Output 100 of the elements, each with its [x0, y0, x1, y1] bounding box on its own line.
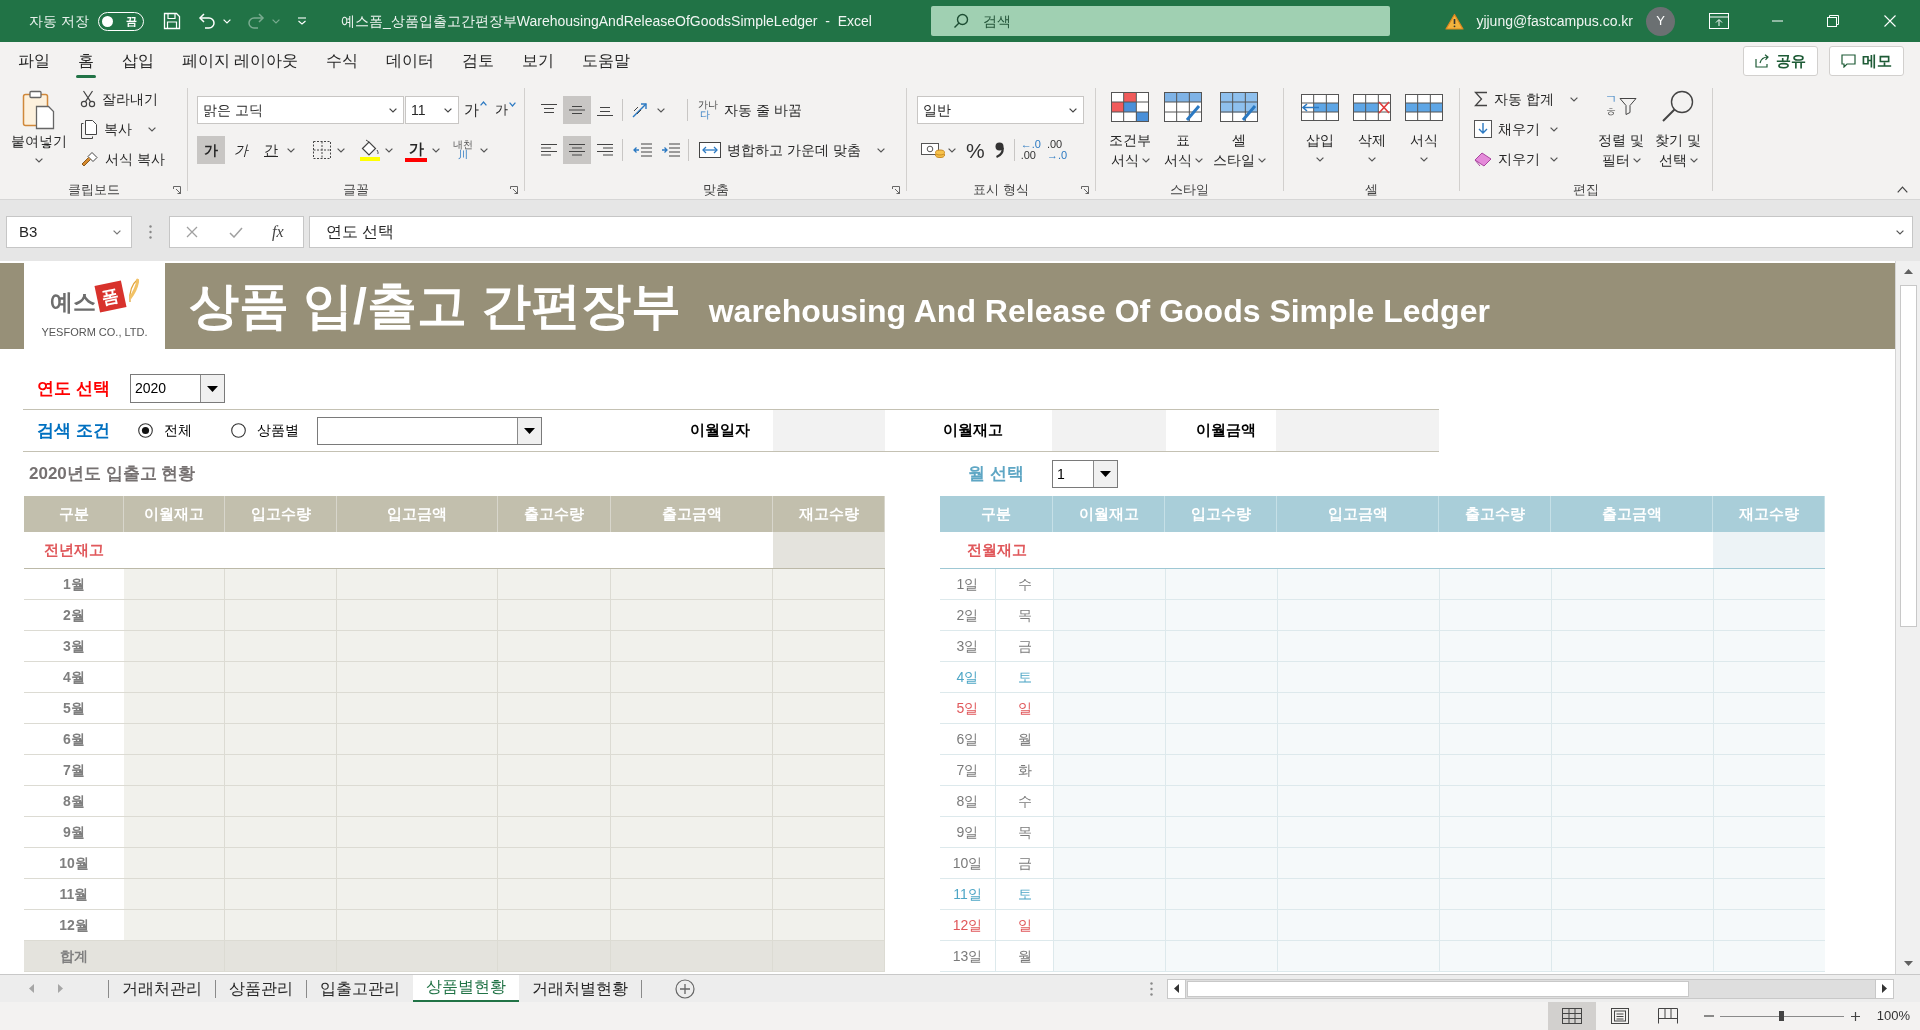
company-name: YESFORM CO., LTD.: [41, 324, 148, 340]
clear-button[interactable]: 지우기: [1472, 145, 1592, 173]
italic-button[interactable]: 가: [227, 136, 255, 164]
paint-bucket-icon[interactable]: [359, 139, 381, 161]
corner-arrow-icon[interactable]: [1081, 186, 1089, 194]
number-format-field[interactable]: 일반: [917, 96, 1084, 124]
account-avatar[interactable]: Y: [1646, 6, 1675, 36]
share-button[interactable]: 공유: [1743, 46, 1818, 76]
underline-button[interactable]: 간: [257, 136, 285, 164]
vertical-scrollbar[interactable]: [1895, 261, 1920, 974]
font-color-button[interactable]: 가: [405, 138, 427, 162]
close-icon[interactable]: [1884, 15, 1896, 27]
corner-arrow-icon[interactable]: [892, 186, 900, 194]
insert-cells-button[interactable]: 삽입: [1294, 94, 1346, 162]
plus-icon[interactable]: [1850, 1011, 1860, 1021]
share-icon: [1755, 54, 1770, 68]
fill-button[interactable]: 채우기: [1472, 115, 1592, 143]
switch-knob-icon: [101, 15, 113, 27]
row-header: 5일: [940, 693, 996, 724]
search-field[interactable]: 검색: [931, 6, 1390, 36]
insert-function-button[interactable]: fx: [272, 220, 284, 244]
plus-circle-icon[interactable]: [675, 978, 695, 999]
minus-icon[interactable]: [1703, 1015, 1714, 1017]
caret-up-icon[interactable]: [1897, 186, 1908, 193]
conditional-formatting-button[interactable]: 조건부 서식: [1102, 92, 1158, 170]
ribbon-tab[interactable]: 삽입: [108, 42, 168, 80]
copy-button[interactable]: 복사: [78, 115, 167, 143]
sheet-tab[interactable]: 상품별현황: [413, 974, 519, 1003]
year-dropdown[interactable]: 2020: [130, 374, 225, 403]
ribbon-tab[interactable]: 도움말: [568, 42, 645, 80]
name-box[interactable]: B3: [6, 216, 132, 248]
font-size-field[interactable]: 11: [405, 96, 459, 124]
ribbon-tab[interactable]: 데이터: [372, 42, 449, 80]
normal-view-button[interactable]: [1547, 1002, 1596, 1030]
triangle-down-icon[interactable]: [1903, 961, 1913, 966]
decrease-decimal-button[interactable]: .00 →.0: [1046, 139, 1068, 161]
sheet-tab[interactable]: 거래처별현황: [519, 974, 641, 1003]
autosum-button[interactable]: 자동 합계: [1472, 85, 1592, 113]
horizontal-scrollbar[interactable]: [1167, 978, 1894, 999]
corner-arrow-icon[interactable]: [510, 186, 518, 194]
format-as-table-button[interactable]: 표 서식: [1158, 92, 1208, 170]
grid-icon: [1561, 1008, 1582, 1024]
paste-button[interactable]: 붙여넣기: [6, 90, 72, 163]
phonetic-guide-button[interactable]: 내천 川: [453, 140, 473, 160]
comments-button[interactable]: 메모: [1829, 46, 1904, 76]
ribbon-tab[interactable]: 검토: [448, 42, 509, 80]
scrollbar-thumb[interactable]: [1187, 980, 1689, 997]
delete-cells-button[interactable]: 삭제: [1346, 94, 1398, 162]
sheet-tab[interactable]: 상품관리: [216, 974, 306, 1003]
find-select-button[interactable]: 찾기 및 선택: [1650, 90, 1706, 170]
product-dropdown[interactable]: [317, 416, 542, 445]
caret-icon: [1368, 157, 1376, 162]
cell-styles-button[interactable]: 셀 스타일: [1208, 92, 1270, 170]
money-coins-icon[interactable]: [921, 141, 945, 159]
middle-align-button[interactable]: [563, 96, 591, 124]
scroll-right-button[interactable]: [1875, 979, 1893, 998]
column-header: 재고수량: [1713, 496, 1825, 532]
scroll-left-button[interactable]: [1168, 979, 1186, 998]
account-name[interactable]: yjjung@fastcampus.co.kr: [1476, 10, 1633, 32]
undo-icon[interactable]: [196, 11, 217, 31]
center-align-button[interactable]: [563, 136, 591, 164]
corner-arrow-icon[interactable]: [173, 186, 181, 194]
slider-thumb[interactable]: [1779, 1011, 1785, 1021]
caret-icon: [1632, 157, 1641, 163]
sheet-tab[interactable]: 거래처관리: [109, 974, 215, 1003]
dotted-grid-icon[interactable]: [312, 140, 332, 160]
restore-icon[interactable]: [1827, 15, 1839, 27]
lines-right-arrow-icon[interactable]: [661, 142, 681, 158]
ribbon-tab[interactable]: 보기: [508, 42, 569, 80]
shrink-font-button[interactable]: 가: [495, 100, 516, 120]
scrollbar-thumb[interactable]: [1899, 285, 1917, 627]
check-icon[interactable]: [229, 226, 243, 238]
merge-center-button[interactable]: 병합하고 가운데 맞춤: [699, 136, 885, 164]
bold-button[interactable]: 가: [197, 136, 225, 164]
formula-field[interactable]: 연도 선택: [309, 216, 1913, 248]
field-label: 검색 조건: [37, 420, 110, 440]
sort-filter-button[interactable]: ㄱ ㅎ 정렬 및 필터: [1594, 90, 1648, 170]
zoom-percent[interactable]: 100%: [1876, 1006, 1910, 1026]
cut-button[interactable]: 잘라내기: [78, 85, 167, 113]
comma-icon[interactable]: [994, 142, 1004, 158]
font-name-field[interactable]: 맑은 고딕: [197, 96, 404, 124]
month-dropdown[interactable]: 1: [1052, 460, 1118, 488]
format-cells-button[interactable]: 서식: [1398, 94, 1450, 162]
ribbon-tab[interactable]: 홈: [64, 42, 108, 80]
ribbon-tab[interactable]: 수식: [312, 42, 373, 80]
radio-option[interactable]: 상품별: [231, 420, 299, 441]
grow-font-button[interactable]: 가: [464, 98, 487, 122]
increase-decimal-button[interactable]: ←.0 .00: [1020, 139, 1041, 161]
format-painter-button[interactable]: 서식 복사: [78, 145, 167, 173]
sheet-tab[interactable]: 입출고관리: [307, 974, 413, 1003]
bar-caret-icon[interactable]: [296, 17, 307, 25]
lines-left-arrow-icon[interactable]: [633, 142, 653, 158]
ribbon-tab[interactable]: 파일: [4, 42, 64, 80]
radio-option[interactable]: 전체: [138, 420, 192, 441]
row-header: 1일: [940, 569, 996, 600]
triangle-up-icon[interactable]: [1903, 269, 1913, 274]
cross-icon[interactable]: [186, 226, 198, 238]
ribbon-tab[interactable]: 페이지 레이아웃: [168, 42, 313, 80]
percent-button[interactable]: %: [966, 139, 985, 161]
column-header: 입고금액: [1277, 496, 1439, 532]
